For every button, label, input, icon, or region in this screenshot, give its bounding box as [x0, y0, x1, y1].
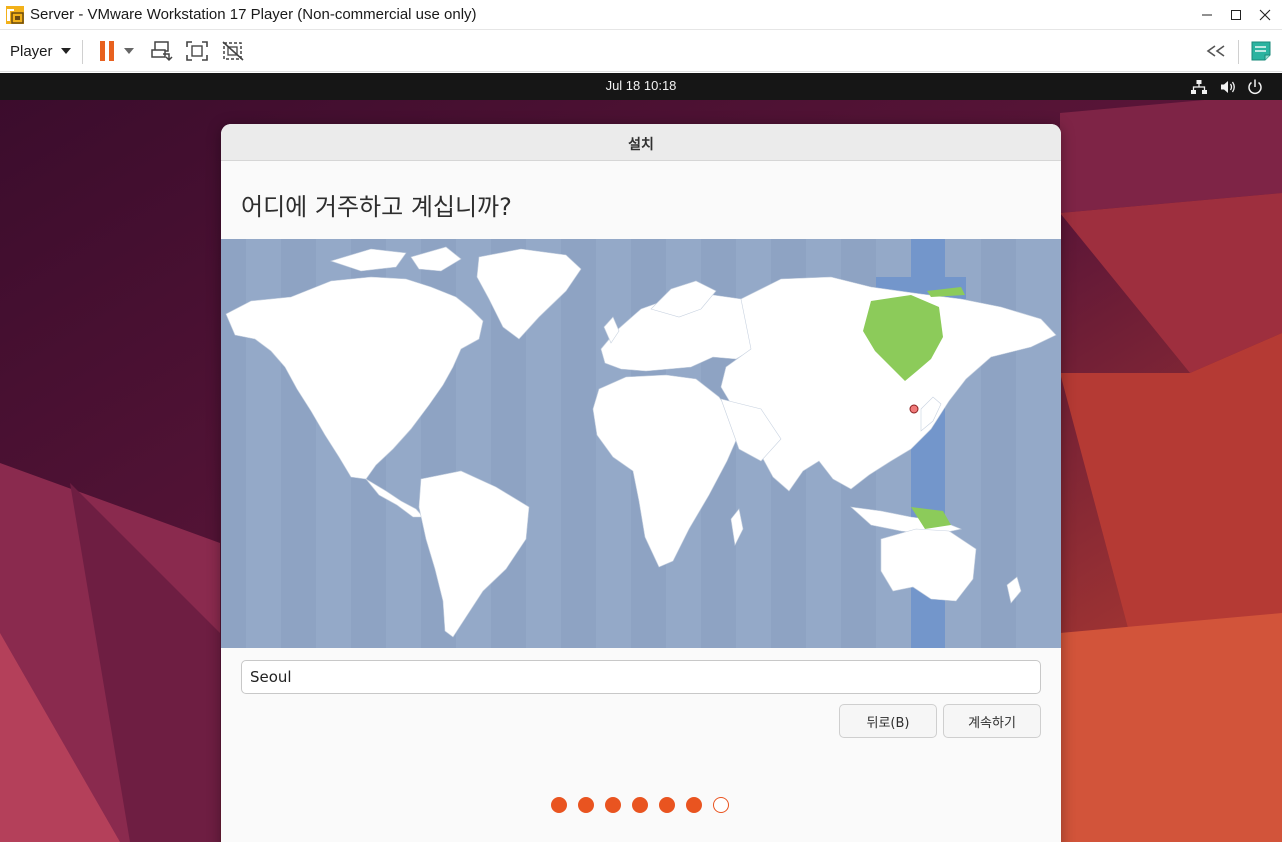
progress-dot-complete: [686, 797, 702, 813]
toolbar-divider: [1238, 40, 1239, 64]
network-icon[interactable]: [1190, 78, 1208, 96]
player-menu-label: Player: [10, 42, 53, 60]
power-icon[interactable]: [1246, 78, 1264, 96]
notes-icon: [1251, 41, 1271, 61]
page-heading: 어디에 거주하고 계십니까?: [241, 193, 512, 221]
dropdown-arrow-icon: [124, 48, 134, 54]
guest-screen[interactable]: Jul 18 10:18 설치 어디에 거주하고 계십니까? Seoul 뒤로(…: [0, 73, 1282, 842]
maximize-button[interactable]: [1221, 0, 1251, 30]
unity-button[interactable]: [219, 38, 247, 64]
collapse-toolbar-icon: [1206, 45, 1225, 57]
pause-button[interactable]: [94, 38, 138, 64]
progress-dot-complete: [632, 797, 648, 813]
maximize-icon: [1231, 10, 1241, 20]
step-progress-indicator: [551, 797, 729, 813]
progress-dot-complete: [659, 797, 675, 813]
minimize-button[interactable]: [1192, 0, 1222, 30]
dropdown-arrow-icon: [60, 48, 71, 54]
volume-icon[interactable]: [1219, 78, 1237, 96]
progress-dot-complete: [551, 797, 567, 813]
back-button[interactable]: 뒤로(B): [839, 704, 937, 738]
toolbar-divider: [82, 40, 83, 64]
pause-icon: [100, 41, 114, 61]
vmware-logo-icon: [6, 6, 24, 24]
ubuntu-top-bar: Jul 18 10:18: [0, 73, 1282, 100]
progress-dot-complete: [578, 797, 594, 813]
clock[interactable]: Jul 18 10:18: [0, 78, 1282, 93]
progress-dot-complete: [605, 797, 621, 813]
send-ctrl-alt-del-icon: [151, 41, 173, 62]
timezone-input[interactable]: [241, 660, 1041, 694]
continue-button[interactable]: 계속하기: [943, 704, 1041, 738]
installer-dialog: 설치 어디에 거주하고 계십니까? Seoul 뒤로(B) 계속하기: [221, 124, 1061, 842]
window-title: Server - VMware Workstation 17 Player (N…: [30, 6, 477, 23]
unity-icon: [222, 41, 244, 61]
vmware-toolbar: Player: [0, 30, 1282, 72]
minimize-icon: [1202, 14, 1212, 16]
send-ctrl-alt-del-button[interactable]: [147, 38, 175, 64]
notes-button[interactable]: [1247, 38, 1275, 64]
city-marker-seoul[interactable]: [909, 404, 919, 414]
progress-dot-current: [713, 797, 729, 813]
player-menu-button[interactable]: Player: [4, 38, 77, 64]
dialog-header[interactable]: 설치: [221, 124, 1061, 161]
full-screen-icon: [186, 41, 208, 61]
close-icon: [1259, 9, 1271, 21]
full-screen-button[interactable]: [183, 38, 211, 64]
collapse-toolbar-button[interactable]: [1202, 38, 1230, 64]
close-button[interactable]: [1250, 0, 1280, 30]
vmware-title-bar: Server - VMware Workstation 17 Player (N…: [0, 0, 1282, 30]
timezone-map[interactable]: [221, 239, 1061, 648]
dialog-title: 설치: [628, 137, 654, 153]
